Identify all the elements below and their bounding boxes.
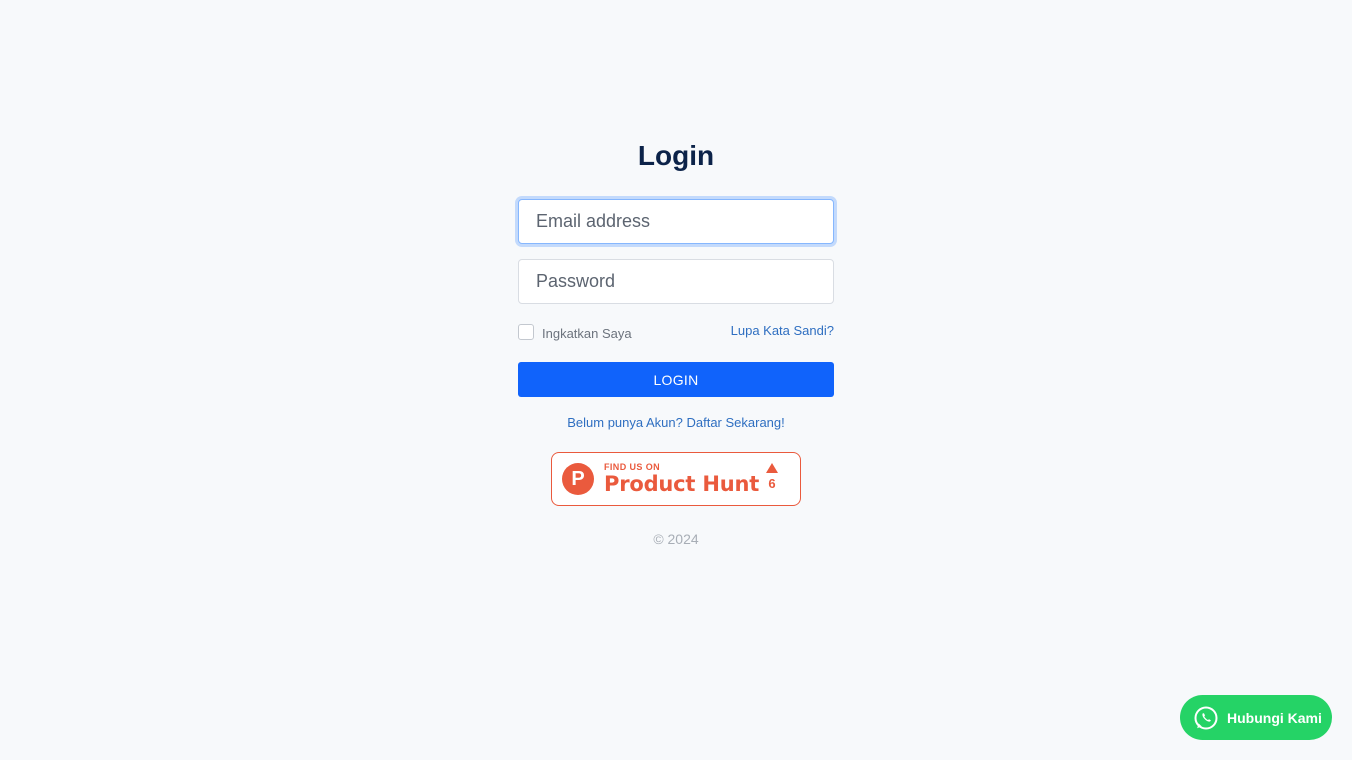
- vote-count: 6: [768, 476, 776, 491]
- upvote-arrow-icon: [766, 463, 778, 473]
- remember-me-label: Ingkatkan Saya: [542, 325, 632, 341]
- whatsapp-label: Hubungi Kami: [1227, 709, 1322, 726]
- remember-me-checkbox[interactable]: [518, 324, 534, 340]
- product-hunt-logo-icon: P: [562, 463, 594, 495]
- login-button[interactable]: LOGIN: [518, 362, 834, 397]
- email-input[interactable]: [518, 199, 834, 244]
- product-hunt-text: FIND US ON Product Hunt: [604, 462, 759, 496]
- whatsapp-icon: [1194, 706, 1218, 729]
- product-hunt-big-text: Product Hunt: [604, 472, 760, 496]
- login-page: Login Ingkatkan Saya Lupa Kata Sandi? LO…: [0, 0, 1352, 760]
- signup-link[interactable]: Belum punya Akun? Daftar Sekarang!: [518, 415, 834, 430]
- login-form: Login Ingkatkan Saya Lupa Kata Sandi? LO…: [518, 138, 834, 430]
- copyright: © 2024: [653, 531, 699, 547]
- password-input[interactable]: [518, 259, 834, 304]
- product-hunt-badge[interactable]: P FIND US ON Product Hunt 6: [551, 452, 801, 506]
- remember-me[interactable]: Ingkatkan Saya: [518, 324, 632, 341]
- product-hunt-votes: 6: [766, 463, 778, 491]
- product-hunt-small-text: FIND US ON: [604, 462, 661, 472]
- whatsapp-contact-button[interactable]: Hubungi Kami: [1180, 695, 1332, 740]
- forgot-password-link[interactable]: Lupa Kata Sandi?: [731, 323, 834, 338]
- remember-forgot-row: Ingkatkan Saya Lupa Kata Sandi?: [518, 322, 834, 342]
- page-title: Login: [637, 140, 715, 171]
